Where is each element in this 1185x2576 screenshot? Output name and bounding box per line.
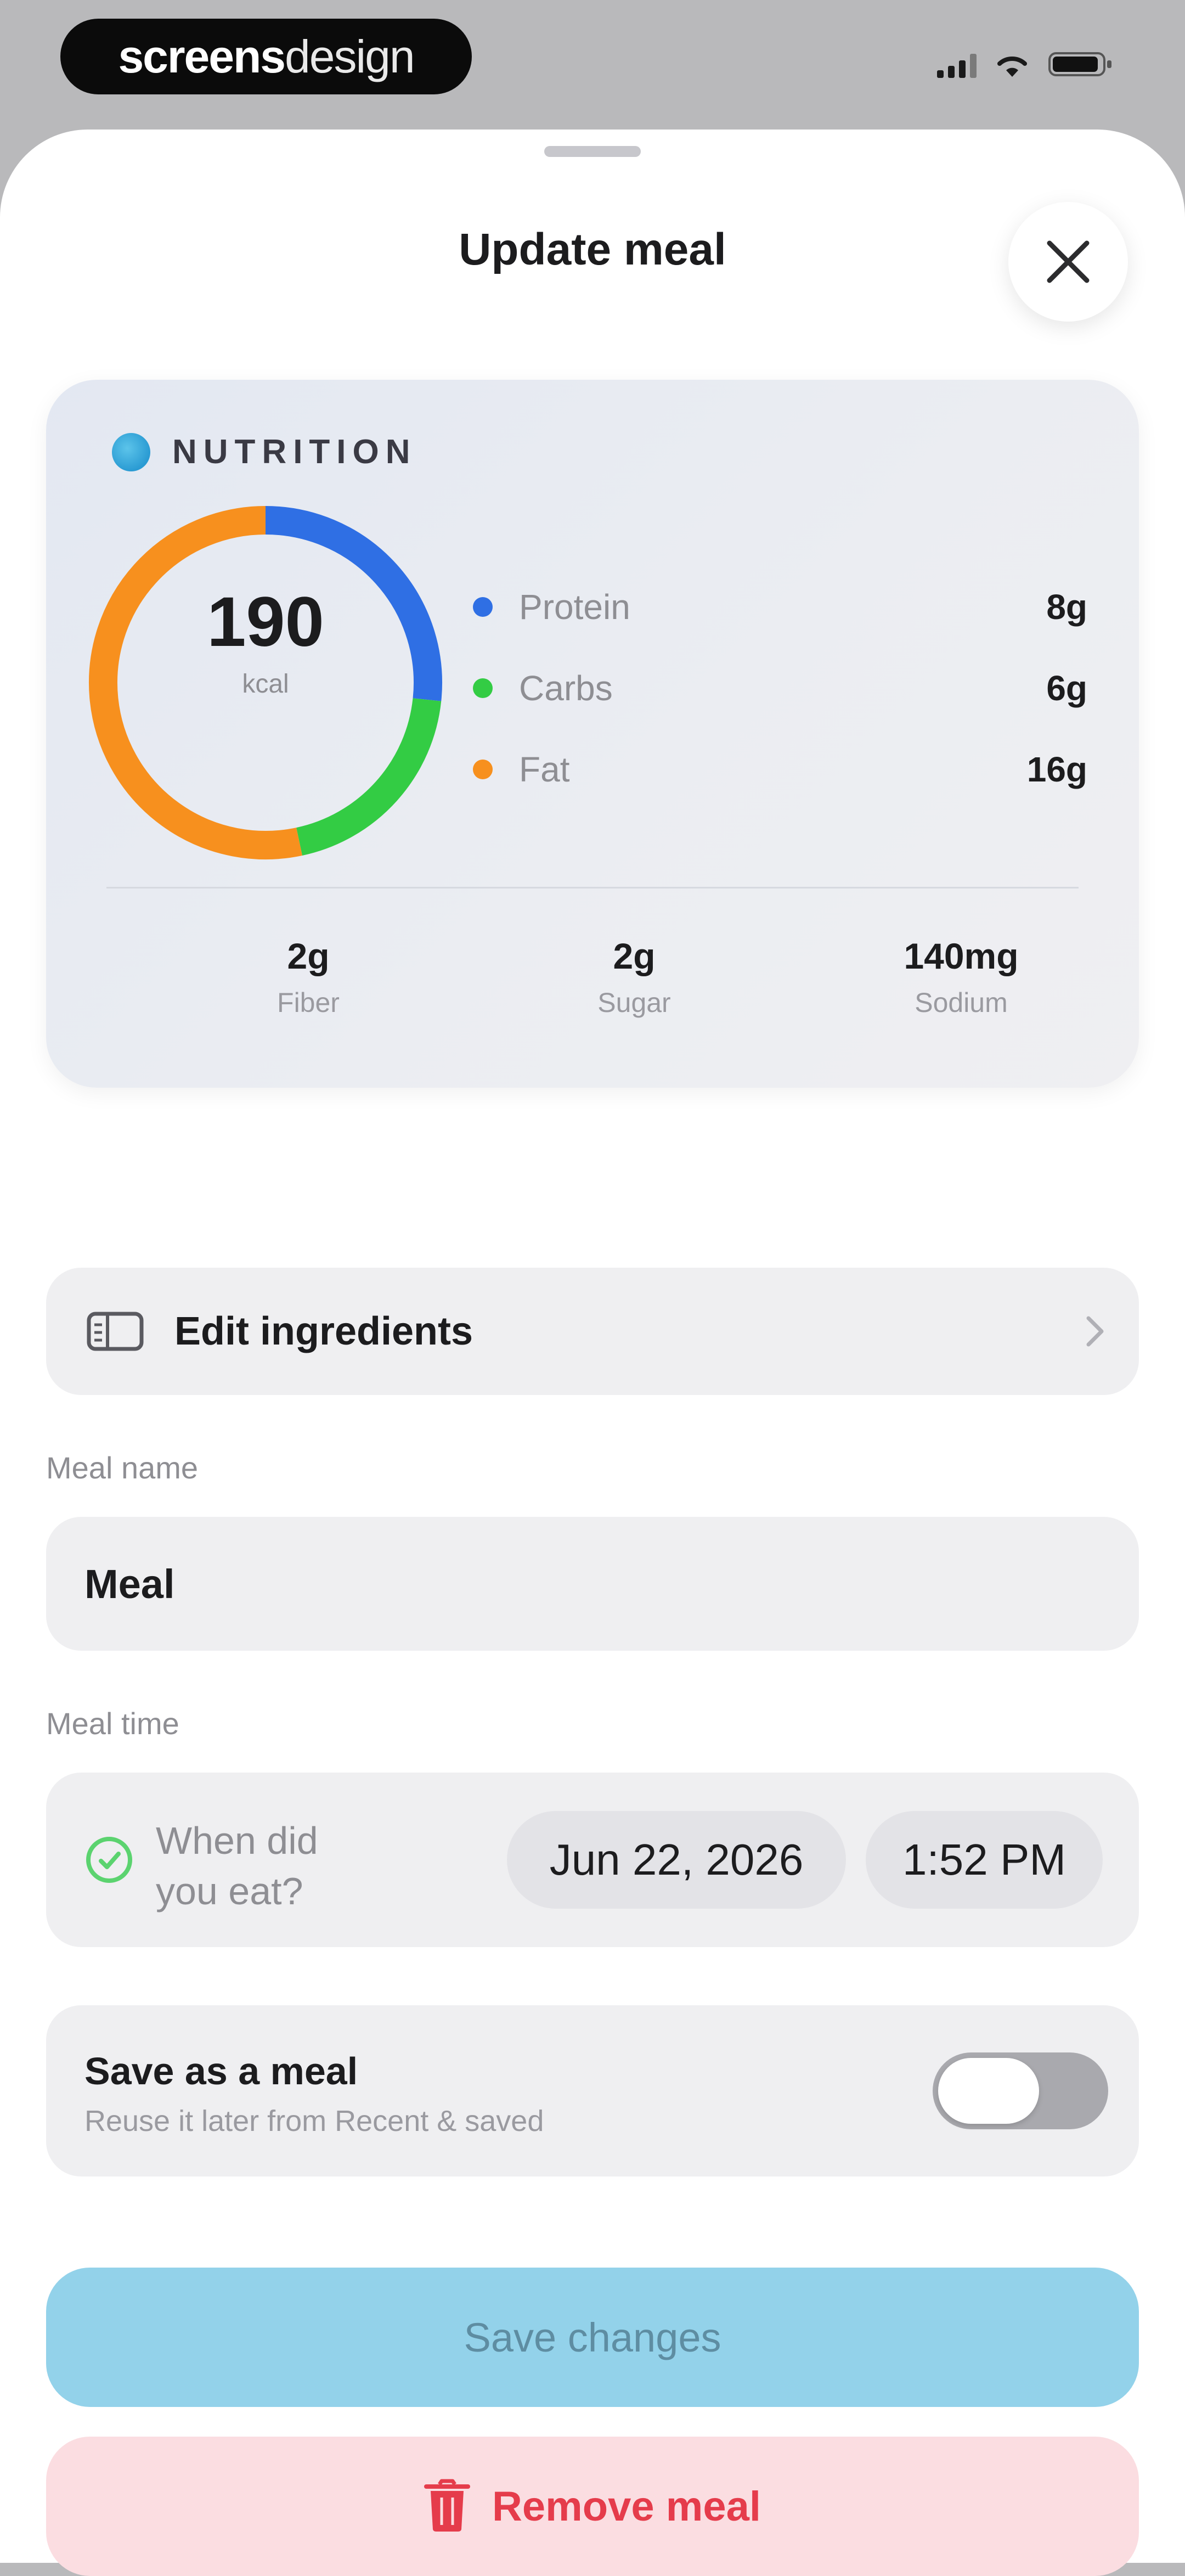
meal-time-prompt: When did you eat?	[156, 1815, 386, 1916]
meal-name-label: Meal name	[46, 1450, 199, 1485]
remove-meal-button[interactable]: Remove meal	[46, 2437, 1139, 2576]
save-as-meal-row: Save as a meal Reuse it later from Recen…	[46, 2005, 1139, 2176]
brand-secondary: design	[285, 30, 415, 82]
save-as-meal-title: Save as a meal	[84, 2050, 358, 2093]
wifi-icon	[995, 53, 1029, 78]
micro-label: Sugar	[597, 987, 671, 1018]
chevron-right-icon	[1086, 1316, 1104, 1347]
micro-label: Fiber	[277, 987, 340, 1018]
brand-logo: screens design	[60, 19, 472, 94]
trash-icon	[424, 2479, 470, 2532]
brand-primary: screens	[118, 30, 286, 82]
ingredients-list-icon	[87, 1312, 144, 1351]
nutrition-header: NUTRITION	[112, 432, 417, 471]
toggle-knob	[938, 2058, 1039, 2124]
nutrition-title: NUTRITION	[172, 433, 417, 471]
macro-row-protein: Protein 8g	[473, 566, 1087, 648]
save-as-meal-subtitle: Reuse it later from Recent & saved	[84, 2105, 544, 2138]
card-divider	[106, 887, 1079, 888]
close-button[interactable]	[1008, 202, 1128, 322]
macro-name: Protein	[519, 587, 630, 627]
macro-name: Fat	[519, 750, 570, 789]
meal-name-value: Meal	[84, 1561, 175, 1607]
signal-icon	[937, 53, 977, 78]
update-meal-sheet: Update meal NUTRITION 190 kcal Protein 8…	[0, 130, 1185, 2576]
protein-dot	[473, 597, 493, 617]
carbs-dot	[473, 678, 493, 698]
edit-ingredients-button[interactable]: Edit ingredients	[46, 1268, 1139, 1395]
macro-name: Carbs	[519, 668, 613, 708]
micro-value: 2g	[613, 936, 656, 976]
micro-label: Sodium	[915, 987, 1008, 1018]
meal-time-field: When did you eat? Jun 22, 2026 1:52 PM	[46, 1773, 1139, 1947]
macro-row-fat: Fat 16g	[473, 729, 1087, 810]
nutrition-icon	[112, 432, 150, 471]
clock-icon	[86, 1837, 132, 1883]
page-title: Update meal	[459, 224, 726, 274]
meal-time-label: Meal time	[46, 1706, 179, 1741]
battery-icon	[1048, 50, 1114, 78]
macro-row-carbs: Carbs 6g	[473, 648, 1087, 729]
meal-name-input[interactable]: Meal	[46, 1517, 1139, 1651]
micro-value: 2g	[287, 936, 330, 976]
macro-list: Protein 8g Carbs 6g Fat 16g	[473, 566, 1087, 810]
status-bar: screens design	[0, 0, 1185, 126]
micro-fiber: 2g Fiber	[199, 935, 418, 1019]
edit-ingredients-label: Edit ingredients	[174, 1309, 473, 1353]
micro-sodium: 140mg Sodium	[851, 935, 1071, 1019]
fat-dot	[473, 760, 493, 779]
save-changes-button[interactable]: Save changes	[46, 2268, 1139, 2407]
meal-time-prompt-line: you eat?	[156, 1870, 303, 1913]
time-picker[interactable]: 1:52 PM	[866, 1811, 1103, 1909]
meal-time-prompt-line: When did	[156, 1819, 318, 1862]
carbs-arc	[296, 698, 442, 856]
save-as-meal-toggle[interactable]	[933, 2052, 1108, 2129]
calories-unit: kcal	[242, 670, 289, 699]
macro-value: 16g	[1026, 750, 1087, 789]
close-icon	[1047, 240, 1090, 283]
sheet-grabber[interactable]	[544, 146, 641, 157]
date-picker[interactable]: Jun 22, 2026	[507, 1811, 846, 1909]
status-icons	[937, 50, 1114, 78]
micro-sugar: 2g Sugar	[524, 935, 744, 1019]
macro-value: 6g	[1046, 668, 1087, 708]
macro-value: 8g	[1046, 587, 1087, 627]
calories-value: 190	[207, 583, 324, 661]
remove-meal-label: Remove meal	[492, 2483, 761, 2530]
micro-value: 140mg	[904, 936, 1019, 976]
nutrition-card: NUTRITION 190 kcal Protein 8g Carbs 6g F…	[46, 380, 1139, 1088]
